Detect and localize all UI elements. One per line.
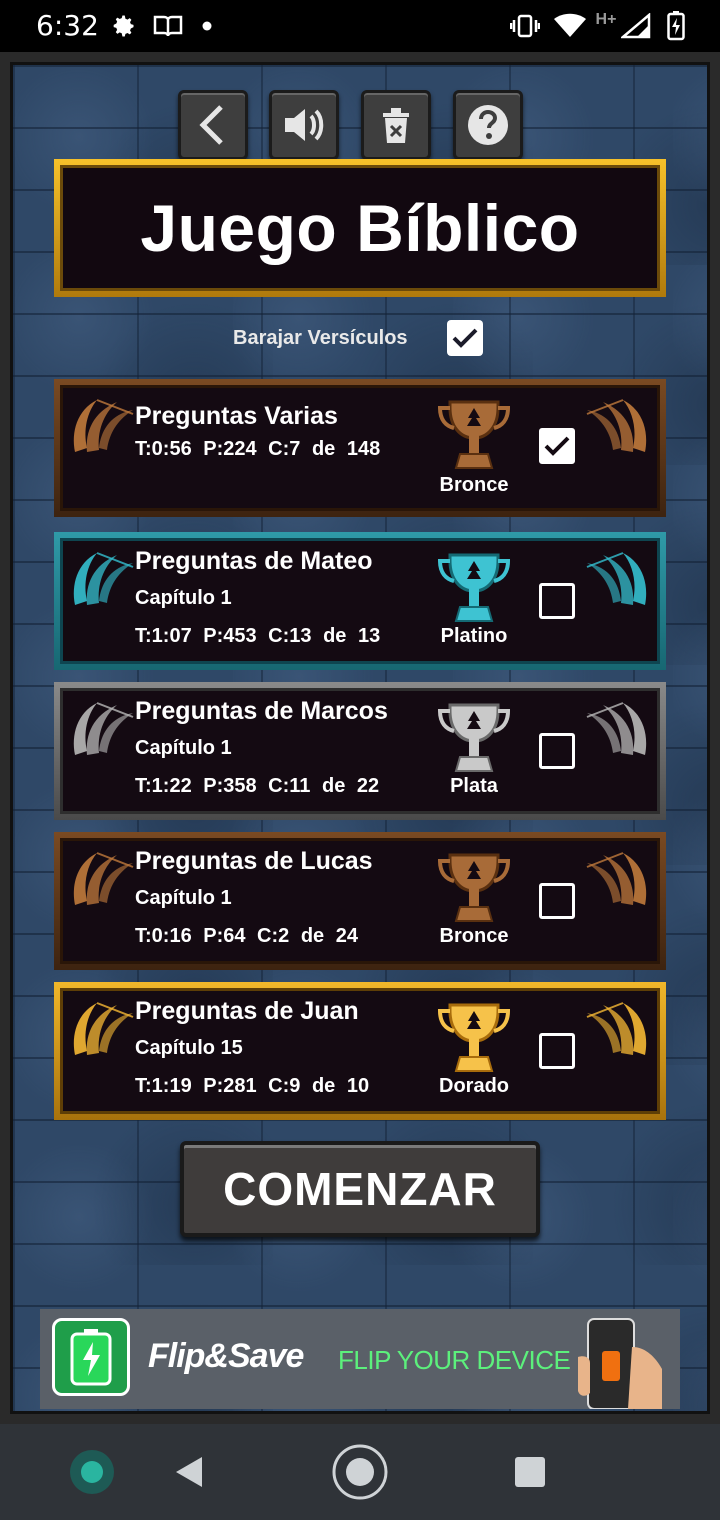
- card-stats: T:0:16 P:64 C:2 de 24: [135, 925, 358, 947]
- trophy-icon: [437, 553, 511, 622]
- medal-label: Platino: [440, 625, 508, 647]
- back-triangle-icon[interactable]: [158, 1442, 218, 1502]
- gear-icon: [108, 10, 138, 42]
- chevron-left-icon: [199, 105, 223, 145]
- battery-icon: [664, 10, 688, 42]
- card-chapter: Capítulo 1: [135, 587, 232, 609]
- card-title: Preguntas de Mateo: [135, 547, 373, 575]
- card-title: Preguntas de Lucas: [135, 847, 373, 875]
- card-stats: T:1:22 P:358 C:11 de 22: [135, 775, 380, 797]
- card-stats: T:1:07 P:453 C:13 de 13: [135, 625, 381, 647]
- card-chapter: Capítulo 15: [135, 1037, 243, 1059]
- feather-ornament-icon: [586, 399, 647, 452]
- card-chapter: Capítulo 1: [135, 737, 232, 759]
- category-card[interactable]: Preguntas de Juan Capítulo 15 T:1:19 P:2…: [54, 982, 666, 1120]
- help-button[interactable]: [453, 90, 523, 160]
- book-icon: [152, 10, 184, 42]
- feather-ornament-icon: [586, 1002, 647, 1055]
- trophy-icon: [437, 703, 511, 772]
- phone-in-hand-icon: [578, 1318, 662, 1409]
- check-icon: [452, 328, 478, 348]
- page-title: Juego Bíblico: [140, 191, 580, 265]
- medal-label: Plata: [450, 775, 498, 797]
- game-screen: Juego Bíblico Barajar Versículos Pregunt…: [0, 52, 720, 1424]
- network-type: H+: [595, 11, 617, 28]
- title-frame: Juego Bíblico: [54, 159, 666, 297]
- medal-label: Bronce: [439, 474, 509, 496]
- card-title: Preguntas Varias: [135, 402, 338, 430]
- back-button[interactable]: [178, 90, 248, 160]
- status-time: 6:32: [36, 9, 99, 42]
- feather-ornament-icon: [73, 399, 134, 452]
- delete-button[interactable]: [361, 90, 431, 160]
- category-card[interactable]: Preguntas de Mateo Capítulo 1 T:1:07 P:4…: [54, 532, 666, 670]
- card-checkbox[interactable]: [539, 733, 575, 769]
- card-checkbox[interactable]: [539, 883, 575, 919]
- ad-brand: Flip&Save: [148, 1337, 304, 1375]
- feather-ornament-icon: [586, 552, 647, 605]
- check-icon: [544, 436, 570, 456]
- medal-label: Bronce: [439, 925, 509, 947]
- card-chapter: Capítulo 1: [135, 887, 232, 909]
- trophy-icon: [437, 400, 511, 469]
- card-title: Preguntas de Marcos: [135, 697, 388, 725]
- sound-button[interactable]: [269, 90, 339, 160]
- signal-icon: [620, 10, 652, 42]
- card-checkbox[interactable]: [539, 428, 575, 464]
- wifi-icon: [552, 10, 588, 42]
- assistant-dot-icon[interactable]: [62, 1442, 122, 1502]
- trophy-icon: [437, 1003, 511, 1072]
- battery-logo-icon: [52, 1318, 130, 1396]
- card-checkbox[interactable]: [539, 1033, 575, 1069]
- trash-icon: [383, 108, 409, 143]
- status-bar: 6:32 H+: [0, 0, 720, 52]
- navigation-bar: [0, 1424, 720, 1520]
- vibrate-icon: [510, 10, 540, 42]
- feather-ornament-icon: [586, 852, 647, 905]
- card-title: Preguntas de Juan: [135, 997, 359, 1025]
- medal-label: Dorado: [439, 1075, 509, 1097]
- start-button[interactable]: COMENZAR: [180, 1141, 540, 1237]
- card-stats: T:0:56 P:224 C:7 de 148: [135, 438, 381, 460]
- feather-ornament-icon: [586, 702, 647, 755]
- feather-ornament-icon: [73, 852, 134, 905]
- shuffle-checkbox[interactable]: [447, 320, 483, 356]
- trophy-icon: [437, 853, 511, 922]
- feather-ornament-icon: [73, 1002, 134, 1055]
- feather-ornament-icon: [73, 702, 134, 755]
- card-stats: T:1:19 P:281 C:9 de 10: [135, 1075, 370, 1097]
- card-checkbox[interactable]: [539, 583, 575, 619]
- dot-icon: [200, 10, 214, 42]
- shuffle-label: Barajar Versículos: [233, 327, 408, 349]
- category-card[interactable]: Preguntas de Lucas Capítulo 1 T:0:16 P:6…: [54, 832, 666, 970]
- home-circle-icon[interactable]: [330, 1442, 390, 1502]
- question-icon: [468, 105, 508, 145]
- speaker-icon: [285, 109, 324, 141]
- feather-ornament-icon: [73, 552, 134, 605]
- ad-tagline: FLIP YOUR DEVICE: [338, 1345, 571, 1375]
- ad-banner[interactable]: Flip&Save FLIP YOUR DEVICE: [40, 1309, 680, 1409]
- category-card[interactable]: Preguntas de Marcos Capítulo 1 T:1:22 P:…: [54, 682, 666, 820]
- recents-square-icon[interactable]: [500, 1442, 560, 1502]
- category-card[interactable]: Preguntas Varias T:0:56 P:224 C:7 de 148…: [54, 379, 666, 517]
